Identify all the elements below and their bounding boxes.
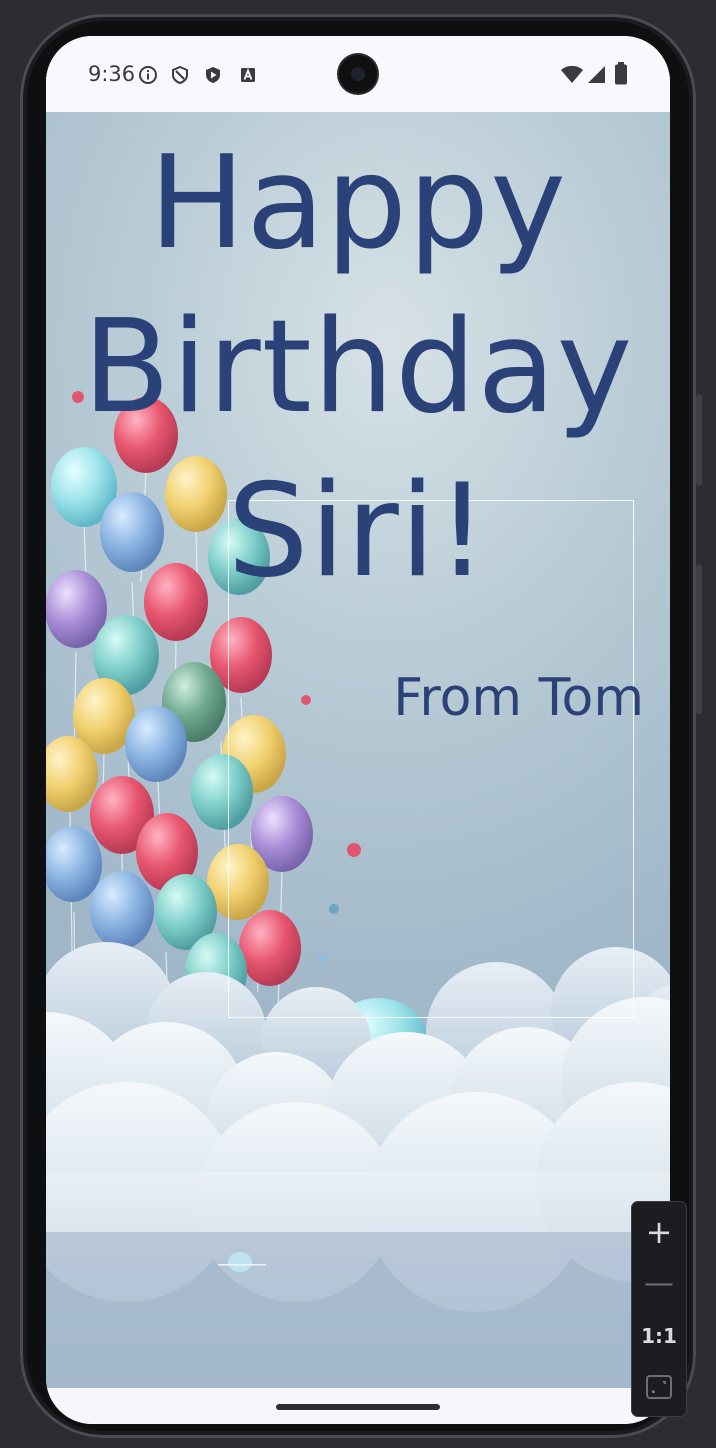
a-icon — [241, 68, 255, 82]
zoom-in-button[interactable]: + — [632, 1206, 686, 1258]
birthday-card: Happy Birthday Siri! From Tom — [46, 112, 670, 1388]
signal-icon — [588, 66, 605, 83]
title-line-1: Happy — [149, 129, 567, 278]
wifi-icon — [561, 65, 583, 83]
zoom-controls: + — 1:1 — [632, 1202, 686, 1416]
signature-text: From Tom — [393, 668, 644, 728]
actual-size-button[interactable]: 1:1 — [632, 1310, 686, 1362]
title-line-2: Birthday — [82, 293, 634, 442]
front-camera — [339, 55, 377, 93]
shield-icon — [172, 65, 188, 85]
device-screen: 9:36 Happy Birthday Siri! From Tom — [46, 36, 670, 1424]
volume-button — [696, 564, 702, 714]
power-button — [696, 394, 702, 486]
zoom-out-button[interactable]: — — [632, 1258, 686, 1310]
info-icon — [139, 66, 157, 84]
status-time: 9:36 — [88, 62, 136, 86]
fit-screen-button[interactable] — [632, 1362, 686, 1414]
status-bar: 9:36 — [46, 36, 670, 112]
navigation-bar — [46, 1388, 670, 1424]
home-gesture-handle[interactable] — [276, 1404, 440, 1410]
battery-icon — [615, 62, 627, 85]
play-protect-icon — [206, 67, 220, 83]
birthday-title: Happy Birthday Siri! — [46, 122, 670, 614]
fit-screen-icon — [646, 1375, 672, 1399]
title-line-3: Siri! — [227, 457, 489, 606]
